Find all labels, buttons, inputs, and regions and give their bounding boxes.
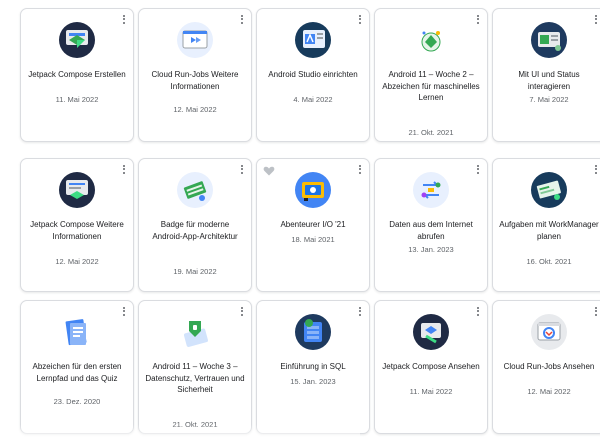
- badge-date: 12. Mai 2022: [173, 105, 217, 114]
- more-options-icon[interactable]: [239, 14, 245, 26]
- ui-state-badge-icon: [531, 22, 567, 58]
- badge-card-workmanager[interactable]: Aufgaben mit WorkManager planen 16. Okt.…: [492, 158, 600, 292]
- badge-title: Abzeichen für den ersten Lernpfad und da…: [32, 362, 122, 383]
- cloud-run-badge-icon: [177, 22, 213, 58]
- badge-date: 21. Okt. 2021: [408, 128, 454, 137]
- more-options-icon[interactable]: [357, 164, 363, 176]
- ml-badge-icon: [413, 22, 449, 58]
- badge-card-android-studio[interactable]: Android Studio einrichten 4. Mai 2022: [256, 8, 370, 142]
- badge-card-cloud-run-jobs-info[interactable]: Cloud Run-Jobs Weitere Informationen 12.…: [138, 8, 252, 142]
- more-options-icon[interactable]: [121, 164, 127, 176]
- bottom-fade: [0, 424, 360, 442]
- more-options-icon[interactable]: [475, 164, 481, 176]
- badge-title: Cloud Run-Jobs Ansehen: [503, 362, 595, 371]
- badge-date: 12. Mai 2022: [527, 387, 571, 396]
- badge-title: Daten aus dem Internet abrufen: [389, 220, 473, 241]
- badge-grid: Jetpack Compose Erstellen 11. Mai 2022 C…: [0, 0, 600, 442]
- more-options-icon[interactable]: [593, 164, 599, 176]
- badge-title: Jetpack Compose Ansehen: [382, 362, 480, 371]
- badge-card-internet-data[interactable]: Daten aus dem Internet abrufen 13. Jan. …: [374, 158, 488, 292]
- more-options-icon[interactable]: [593, 306, 599, 318]
- badge-date: 12. Mai 2022: [55, 257, 99, 266]
- badge-title: Android 11 – Woche 3 – Datenschutz, Vert…: [145, 362, 245, 395]
- sql-badge-icon: [295, 314, 331, 350]
- more-options-icon[interactable]: [357, 14, 363, 26]
- badge-card-jetpack-compose-view[interactable]: Jetpack Compose Ansehen 11. Mai 2022: [374, 300, 488, 434]
- badge-title: Mit UI und Status interagieren: [518, 70, 580, 91]
- badge-title: Abenteurer I/O '21: [280, 220, 346, 229]
- badge-title: Jetpack Compose Erstellen: [28, 70, 126, 79]
- badge-card-jetpack-compose-info[interactable]: Jetpack Compose Weitere Informationen 12…: [20, 158, 134, 292]
- more-options-icon[interactable]: [475, 306, 481, 318]
- badge-title: Cloud Run-Jobs Weitere Informationen: [151, 70, 239, 91]
- badge-date: 11. Mai 2022: [409, 387, 453, 396]
- badge-date: 16. Okt. 2021: [526, 257, 572, 266]
- more-options-icon[interactable]: [357, 306, 363, 318]
- first-pathway-badge-icon: [59, 314, 95, 350]
- badge-title: Einführung in SQL: [280, 362, 346, 371]
- badge-card-first-pathway-quiz[interactable]: Abzeichen für den ersten Lernpfad und da…: [20, 300, 134, 434]
- compose-view-badge-icon: [413, 314, 449, 350]
- android-studio-badge-icon: [295, 22, 331, 58]
- more-options-icon[interactable]: [593, 14, 599, 26]
- privacy-badge-icon: [177, 314, 213, 350]
- badge-title: Jetpack Compose Weitere Informationen: [30, 220, 124, 241]
- badge-date: 19. Mai 2022: [173, 267, 217, 276]
- badge-date: 4. Mai 2022: [293, 95, 333, 104]
- architecture-badge-icon: [177, 172, 213, 208]
- badge-card-android11-week3-privacy[interactable]: Android 11 – Woche 3 – Datenschutz, Vert…: [138, 300, 252, 434]
- compose-more-badge-icon: [59, 172, 95, 208]
- more-options-icon[interactable]: [475, 14, 481, 26]
- compose-badge-icon: [59, 22, 95, 58]
- badge-card-io-adventurer[interactable]: Abenteurer I/O '21 18. Mai 2021: [256, 158, 370, 292]
- cloud-run-view-badge-icon: [531, 314, 567, 350]
- workmanager-badge-icon: [531, 172, 567, 208]
- badge-date: 13. Jan. 2023: [408, 245, 454, 254]
- internet-data-badge-icon: [413, 172, 449, 208]
- badge-card-sql-intro[interactable]: Einführung in SQL 15. Jan. 2023: [256, 300, 370, 434]
- badge-card-ui-state[interactable]: Mit UI und Status interagieren 7. Mai 20…: [492, 8, 600, 142]
- badge-card-cloud-run-jobs-view[interactable]: Cloud Run-Jobs Ansehen 12. Mai 2022: [492, 300, 600, 434]
- io-adventurer-badge-icon: [295, 172, 331, 208]
- heart-icon[interactable]: [263, 165, 275, 177]
- more-options-icon[interactable]: [239, 306, 245, 318]
- badge-date: 11. Mai 2022: [55, 95, 99, 104]
- badge-date: 7. Mai 2022: [529, 95, 569, 104]
- badge-card-android11-week2-ml[interactable]: Android 11 – Woche 2 – Abzeichen für mas…: [374, 8, 488, 142]
- badge-title: Badge für moderne Android-App-Architektu…: [152, 220, 238, 241]
- badge-title: Android 11 – Woche 2 – Abzeichen für mas…: [382, 70, 480, 103]
- badge-title: Aufgaben mit WorkManager planen: [499, 220, 599, 241]
- badge-date: 23. Dez. 2020: [53, 397, 101, 406]
- badge-card-architecture[interactable]: Badge für moderne Android-App-Architektu…: [138, 158, 252, 292]
- badge-date: 15. Jan. 2023: [290, 377, 336, 386]
- more-options-icon[interactable]: [121, 306, 127, 318]
- badge-card-jetpack-compose-erstellen[interactable]: Jetpack Compose Erstellen 11. Mai 2022: [20, 8, 134, 142]
- more-options-icon[interactable]: [239, 164, 245, 176]
- badge-title: Android Studio einrichten: [268, 70, 358, 79]
- more-options-icon[interactable]: [121, 14, 127, 26]
- badge-date: 18. Mai 2021: [291, 235, 335, 244]
